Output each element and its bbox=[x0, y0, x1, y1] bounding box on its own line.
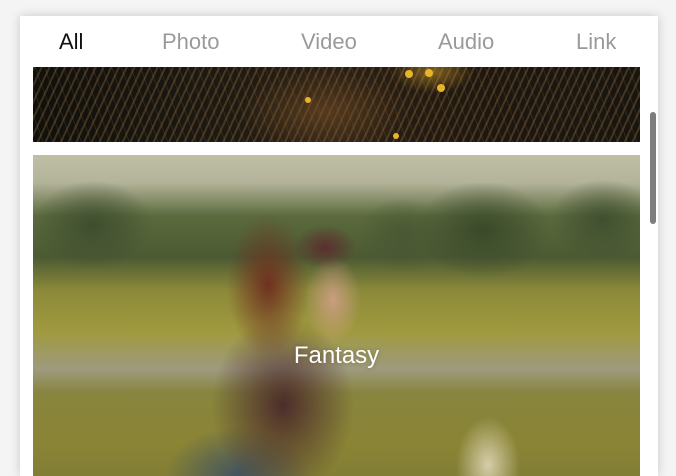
flower-decoration bbox=[425, 69, 433, 77]
media-filter-card: All Photo Video Audio Link Fantasy bbox=[20, 16, 658, 476]
media-feed[interactable]: Fantasy bbox=[33, 67, 640, 476]
flower-decoration bbox=[437, 84, 445, 92]
scrollbar-thumb[interactable] bbox=[650, 112, 656, 224]
tab-link[interactable]: Link bbox=[576, 28, 616, 56]
flower-decoration bbox=[405, 70, 413, 78]
tab-photo[interactable]: Photo bbox=[162, 28, 220, 56]
flower-decoration bbox=[305, 97, 311, 103]
tab-all[interactable]: All bbox=[59, 28, 83, 56]
media-thumbnail-fantasy[interactable]: Fantasy bbox=[33, 155, 640, 476]
background-trees bbox=[33, 175, 640, 285]
tab-audio[interactable]: Audio bbox=[438, 28, 494, 56]
scrollbar[interactable] bbox=[648, 66, 658, 476]
category-tabs: All Photo Video Audio Link bbox=[20, 16, 658, 66]
media-caption: Fantasy bbox=[293, 342, 380, 369]
flower-decoration bbox=[393, 133, 399, 139]
media-thumbnail-hair-flowers[interactable] bbox=[33, 67, 640, 142]
tab-video[interactable]: Video bbox=[301, 28, 357, 56]
